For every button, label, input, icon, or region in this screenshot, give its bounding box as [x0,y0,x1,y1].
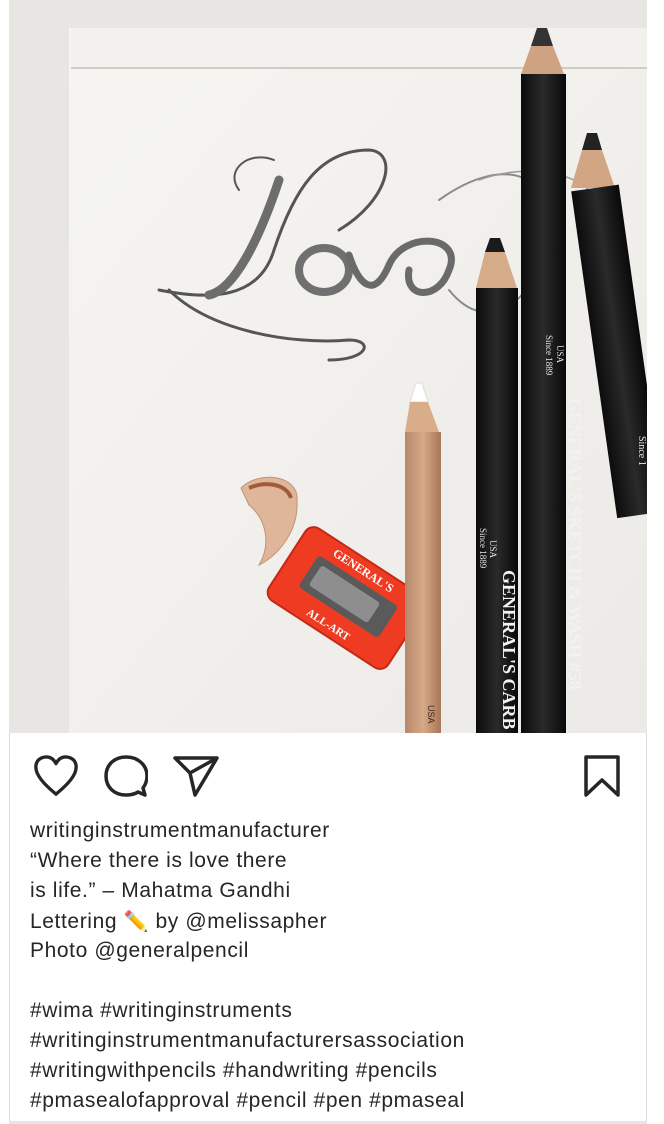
post-actions-bar [9,733,647,813]
pencil2-brand-text: GENERAL'S SKETCH & WASH #58 [565,398,585,690]
paper-plane-icon [173,756,219,797]
pencil2-since-text: Since 1889 [544,335,554,376]
caption-hashtags-2[interactable]: #writinginstrumentmanufacturersassociati… [30,1026,630,1056]
caption-lettering-by[interactable]: by @melissapher [149,910,327,933]
caption-credit-photo[interactable]: Photo @generalpencil [30,936,630,966]
caption-credit-lettering: Lettering ✏️ by @melissapher [30,906,630,936]
caption-username[interactable]: writinginstrumentmanufacturer [30,816,630,846]
caption-lettering-text: Lettering [30,910,124,933]
caption-quote-line-1: “Where there is love there [30,849,288,872]
like-button[interactable] [31,751,81,801]
pencil2-usa-text: USA [555,345,565,364]
heart-icon [34,755,78,796]
pencil3-since-text: Since 1 [636,436,647,466]
svg-text:USA: USA [426,705,436,724]
comment-button[interactable] [101,751,151,801]
caption-hashtags-4[interactable]: #pmasealofapproval #pencil #pen #pmaseal [30,1086,630,1116]
save-button[interactable] [577,751,627,801]
post-caption: writinginstrumentmanufacturer “Where the… [30,816,630,1116]
pencil1-usa-text: USA [488,540,498,559]
comment-icon [104,755,148,797]
caption-hashtags-1[interactable]: #wima #writinginstruments [30,996,630,1026]
pencil1-brand-text: GENERAL'S CARB [499,570,519,730]
caption-quote-line-2: is life.” – Mahatma Gandhi [30,879,291,902]
pencil-emoji-icon: ✏️ [123,909,150,933]
pencil1-since-text: Since 1889 [478,528,488,569]
caption-hashtags-3[interactable]: #writingwithpencils #handwriting #pencil… [30,1056,630,1086]
bookmark-icon [584,755,620,797]
share-button[interactable] [171,751,221,801]
post-image[interactable]: GENERAL'S ALL-ART USA USA Since 1889 GEN… [9,0,647,733]
